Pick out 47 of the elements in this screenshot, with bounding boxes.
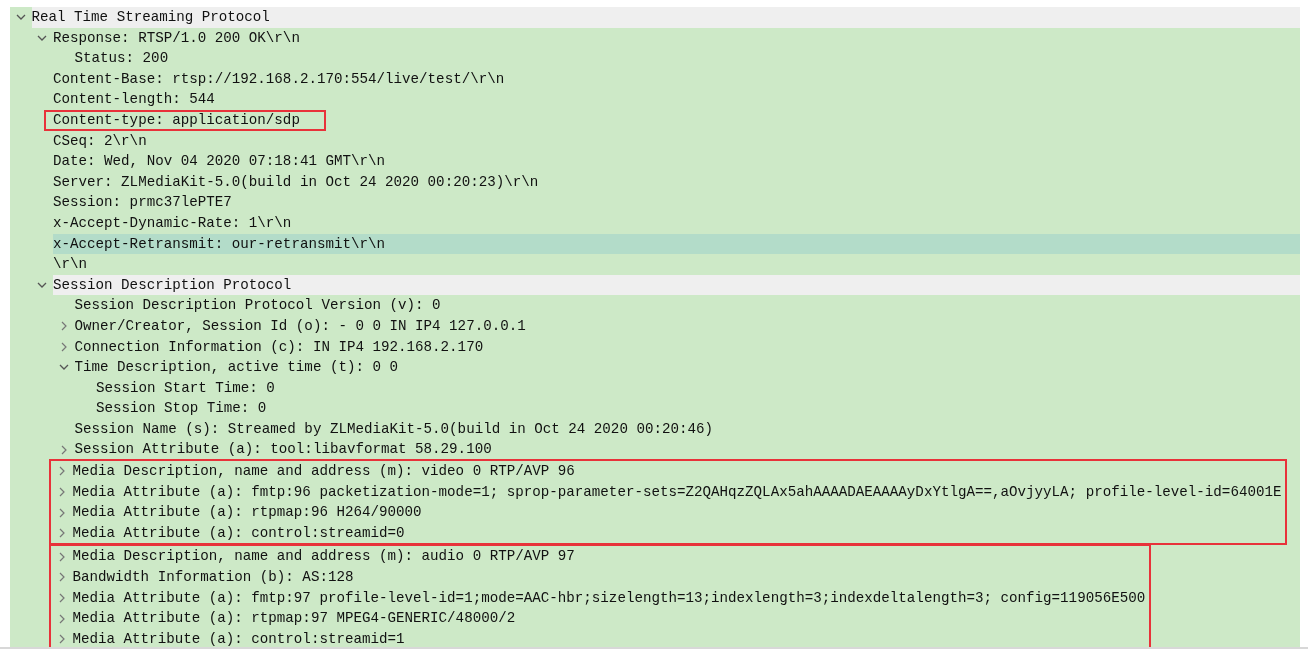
chevron-right-icon[interactable] <box>58 486 65 497</box>
tree-item[interactable]: Media Attribute (a): fmtp:96 packetization-mode=1; sprop-parameter-sets=Z2QAHqzZQLAx5ahAAAADAEAAAAyDxYtlgA==,aOvjyyLA; profile-level-id=64001E <box>72 481 1282 503</box>
tree-item[interactable]: x-Accept-Retransmit: our-retransmit\r\n <box>53 233 1300 255</box>
tree-item[interactable]: Media Attribute (a): rtpmap:96 H264/90000 <box>72 502 1282 523</box>
chevron-right-icon[interactable] <box>60 341 67 352</box>
tree-item[interactable]: Server: ZLMediaKit-5.0(build in Oct 24 2020 00:20:23)\r\n <box>53 171 1300 193</box>
chevron-right-icon[interactable] <box>58 572 65 583</box>
tree-item[interactable]: Session Description Protocol Version (v): 0 <box>74 295 1300 316</box>
chevron-right-icon[interactable] <box>58 592 65 603</box>
tree-item[interactable]: Content-length: 544 <box>53 89 1300 110</box>
chevron-down-icon[interactable] <box>58 364 69 371</box>
tree-item[interactable]: Media Description, name and address (m): video 0 RTP/AVP 96 <box>72 461 1282 482</box>
tree-item[interactable]: Session: prmc37lePTE7 <box>53 192 1300 213</box>
tree-item[interactable]: Session Description Protocol <box>53 274 1300 296</box>
tree-item[interactable]: Content-type: application/sdp <box>53 111 300 128</box>
tree-item[interactable]: Status: 200 <box>74 48 1300 69</box>
tree-item[interactable]: Media Description, name and address (m): audio 0 RTP/AVP 97 <box>72 546 1146 568</box>
tree-item[interactable]: Session Stop Time: 0 <box>96 398 1300 419</box>
tree-item[interactable]: Media Attribute (a): rtpmap:97 MPEG4-GENERIC/48000/2 <box>72 608 1146 629</box>
chevron-down-icon[interactable] <box>37 34 48 41</box>
chevron-right-icon[interactable] <box>60 444 67 455</box>
chevron-right-icon[interactable] <box>60 321 67 332</box>
tree-item[interactable]: Connection Information (c): IN IP4 192.168.2.170 <box>74 336 1300 358</box>
chevron-down-icon[interactable] <box>37 282 48 288</box>
tree-item[interactable]: Owner/Creator, Session Id (o): - 0 0 IN IP4 127.0.0.1 <box>74 315 1300 337</box>
tree-item[interactable]: Content-Base: rtsp://192.168.2.170:554/live/test/\r\n <box>53 68 1300 90</box>
tree-item[interactable]: Date: Wed, Nov 04 2020 07:18:41 GMT\r\n <box>53 151 1300 172</box>
chevron-right-icon[interactable] <box>58 634 65 645</box>
chevron-right-icon[interactable] <box>58 528 65 539</box>
tree-item[interactable]: Session Name (s): Streamed by ZLMediaKit-5.0(build in Oct 24 2020 00:20:46) <box>74 418 1300 440</box>
tree-item[interactable]: Time Description, active time (t): 0 0 <box>74 357 1300 378</box>
tree-item[interactable]: Response: RTSP/1.0 200 OK\r\n <box>53 27 1300 49</box>
chevron-down-icon[interactable] <box>15 14 26 21</box>
tree-item[interactable]: x-Accept-Dynamic-Rate: 1\r\n <box>53 212 1300 234</box>
tree-item[interactable]: Bandwidth Information (b): AS:128 <box>72 567 1146 588</box>
chevron-right-icon[interactable] <box>58 613 65 624</box>
tree-item[interactable]: Session Attribute (a): tool:libavformat 58.29.100 <box>74 439 1300 461</box>
chevron-right-icon[interactable] <box>58 551 65 562</box>
chevron-right-icon[interactable] <box>58 466 65 477</box>
tree-item[interactable]: Session Start Time: 0 <box>96 377 1300 399</box>
tree-item[interactable]: \r\n <box>53 254 1300 275</box>
chevron-right-icon[interactable] <box>58 507 65 518</box>
tree-item[interactable]: Real Time Streaming Protocol <box>31 7 1300 28</box>
tree-item[interactable]: Media Attribute (a): control:streamid=0 <box>72 522 1282 544</box>
tree-item[interactable]: Media Attribute (a): control:streamid=1 <box>72 628 1146 647</box>
tree-item[interactable]: Media Attribute (a): fmtp:97 profile-level-id=1;mode=AAC-hbr;sizelength=13;indexlength=3;indexdeltalength=3; config=119056E500 <box>72 587 1146 609</box>
tree-item[interactable]: CSeq: 2\r\n <box>53 130 1300 152</box>
